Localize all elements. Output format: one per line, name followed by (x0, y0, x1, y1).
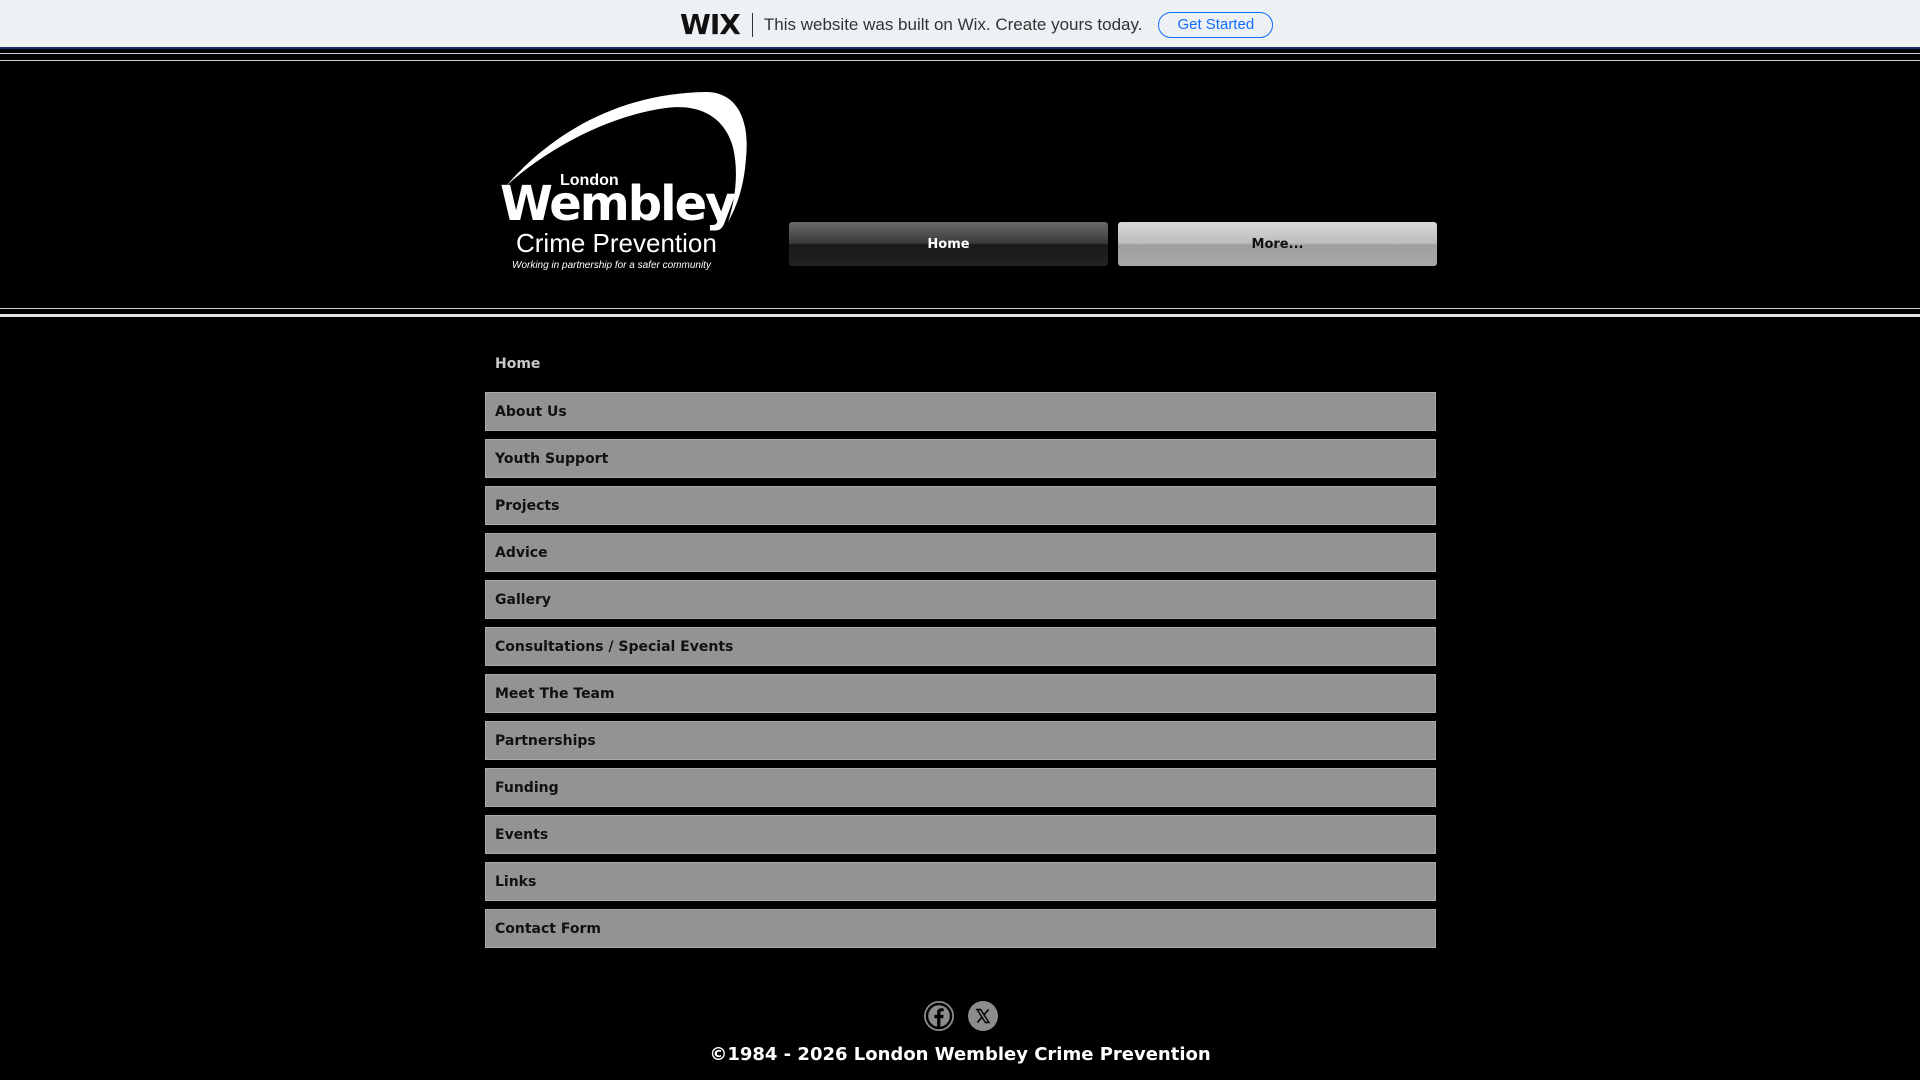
menu-item-gallery[interactable]: Gallery (485, 580, 1436, 619)
wix-banner-message: This website was built on Wix. Create yo… (763, 15, 1143, 34)
logo-line-wembley: Wembley (500, 176, 736, 232)
logo-line-crime-prevention: Crime Prevention (516, 228, 717, 258)
menu-item-links[interactable]: Links (485, 862, 1436, 901)
header-top-rule (0, 53, 1920, 54)
logo-tagline: Working in partnership for a safer commu… (512, 260, 711, 271)
social-links (924, 1001, 998, 1031)
menu-item-partnerships[interactable]: Partnerships (485, 721, 1436, 760)
x-twitter-icon[interactable] (968, 1001, 998, 1031)
header-top-rule-2 (0, 60, 1920, 61)
nav-home-button[interactable]: Home (789, 222, 1108, 266)
wix-logo[interactable]: WIX (680, 10, 741, 40)
wix-banner: WIX This website was built on Wix. Creat… (0, 0, 1920, 49)
menu-item-meet-the-team[interactable]: Meet The Team (485, 674, 1436, 713)
menu-item-consultations[interactable]: Consultations / Special Events (485, 627, 1436, 666)
page-menu-title[interactable]: Home (495, 356, 540, 372)
footer-copyright: ©1984 - 2026 London Wembley Crime Preven… (709, 1044, 1211, 1065)
wix-banner-content: WIX This website was built on Wix. Creat… (680, 10, 1274, 40)
menu-item-funding[interactable]: Funding (485, 768, 1436, 807)
page-menu-list: About Us Youth Support Projects Advice G… (485, 392, 1436, 956)
menu-item-about-us[interactable]: About Us (485, 392, 1436, 431)
menu-item-contact-form[interactable]: Contact Form (485, 909, 1436, 948)
facebook-icon[interactable] (924, 1001, 954, 1031)
wix-divider (751, 13, 753, 37)
get-started-button[interactable]: Get Started (1158, 12, 1274, 38)
nav-more-button[interactable]: More... (1118, 222, 1437, 266)
site-logo[interactable]: London Wembley Crime Prevention Working … (496, 88, 758, 278)
header-bottom-rule-2 (0, 314, 1920, 317)
menu-item-youth-support[interactable]: Youth Support (485, 439, 1436, 478)
menu-item-events[interactable]: Events (485, 815, 1436, 854)
menu-item-projects[interactable]: Projects (485, 486, 1436, 525)
menu-item-advice[interactable]: Advice (485, 533, 1436, 572)
header-bottom-rule (0, 308, 1920, 309)
